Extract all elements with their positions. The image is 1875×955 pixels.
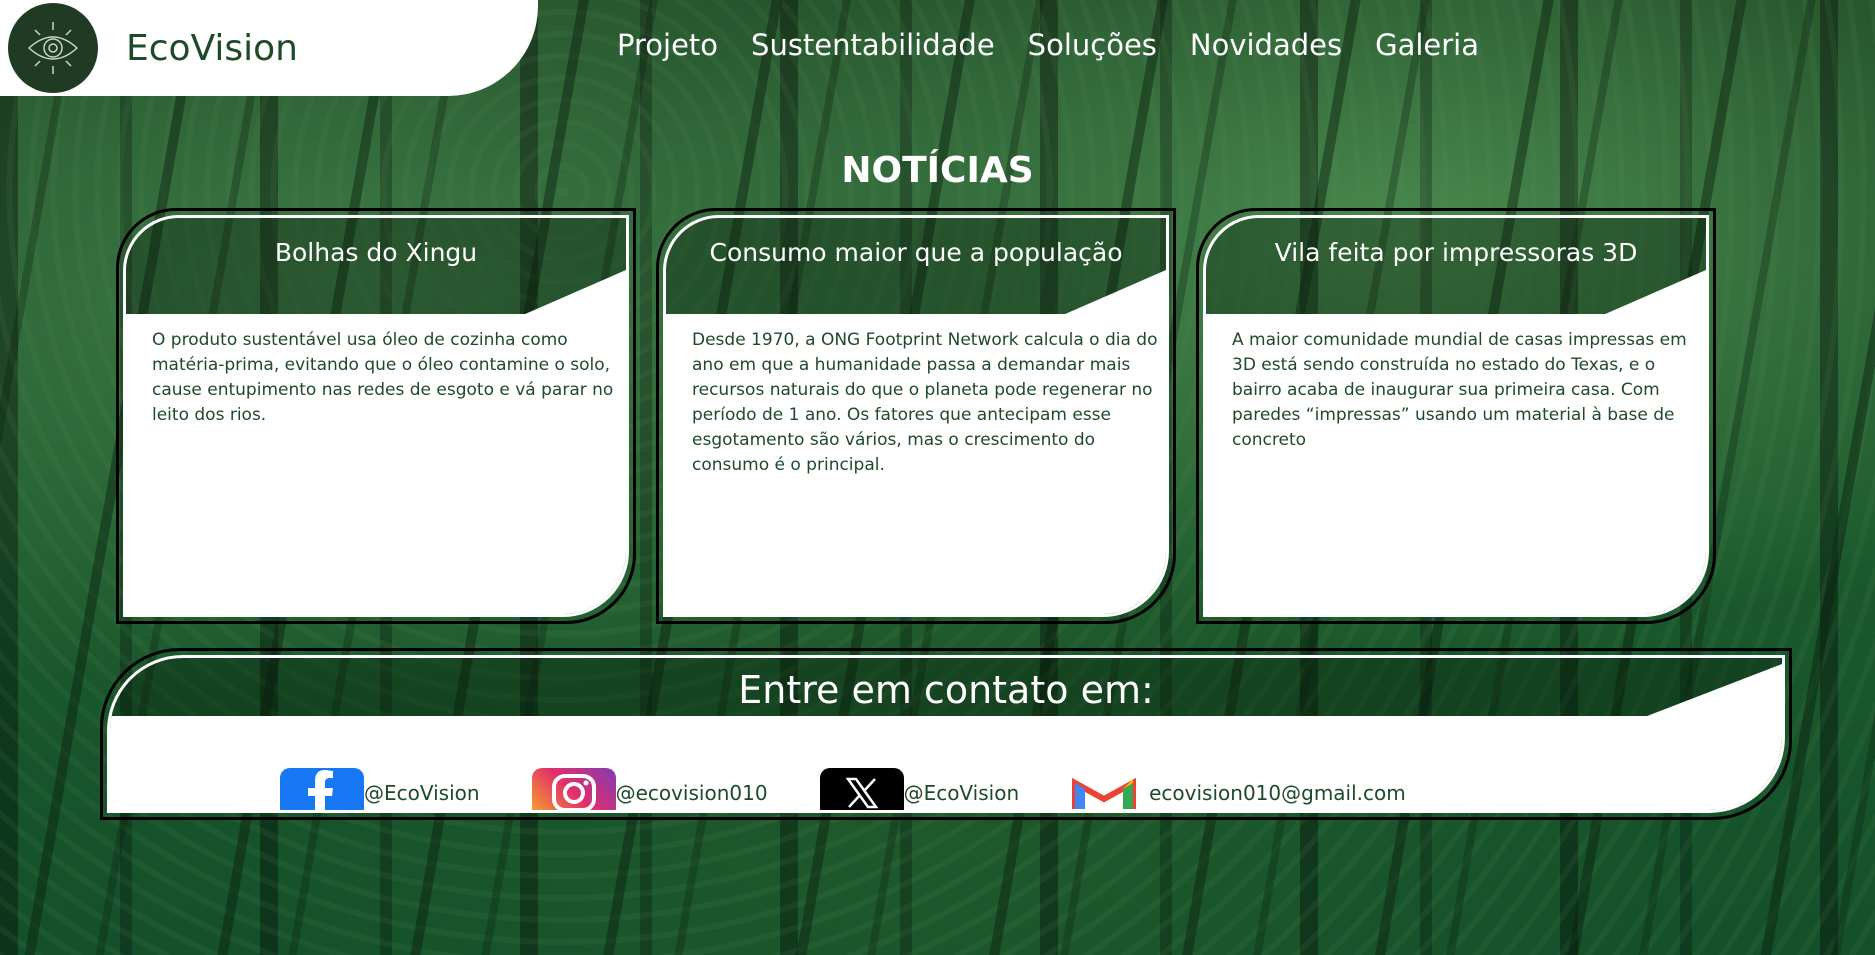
news-card-title: Consumo maior que a população — [709, 238, 1123, 267]
x-link[interactable]: @EcoVision — [819, 768, 1020, 810]
instagram-icon[interactable] — [531, 768, 616, 810]
news-card[interactable]: Consumo maior que a população Desde 1970… — [656, 208, 1176, 624]
nav-item-novidades[interactable]: Novidades — [1190, 28, 1342, 62]
news-section-title: NOTÍCIAS — [841, 150, 1034, 191]
nav-item-sustentabilidade[interactable]: Sustentabilidade — [751, 28, 995, 62]
x-icon[interactable] — [819, 768, 904, 810]
nav-item-galeria[interactable]: Galeria — [1375, 28, 1479, 62]
news-card-title: Bolhas do Xingu — [274, 238, 478, 267]
nav-item-solucoes[interactable]: Soluções — [1028, 28, 1157, 62]
instagram-link[interactable]: @ecovision010 — [531, 768, 768, 810]
brand-name[interactable]: EcoVision — [126, 28, 298, 69]
header-logo-area: EcoVision — [0, 0, 538, 96]
gmail-handle[interactable]: ecovision010@gmail.com — [1149, 781, 1406, 805]
contact-title: Entre em contato em: — [738, 668, 1154, 712]
news-card-text: Desde 1970, a ONG Footprint Network calc… — [692, 330, 1158, 475]
nav-item-projeto[interactable]: Projeto — [617, 28, 718, 62]
news-card[interactable]: Bolhas do Xingu O produto sustentável us… — [116, 208, 636, 624]
main-nav: Projeto Sustentabilidade Soluções Novida… — [617, 28, 1479, 62]
x-handle[interactable]: @EcoVision — [904, 781, 1020, 805]
facebook-handle[interactable]: @EcoVision — [364, 781, 480, 805]
contact-section: Entre em contato em: @EcoVision @ecovisi… — [100, 648, 1792, 820]
news-card-text: O produto sustentável usa óleo de cozinh… — [152, 330, 614, 425]
gmail-icon[interactable] — [1071, 768, 1137, 810]
eye-logo-icon[interactable] — [8, 3, 98, 93]
news-card[interactable]: Vila feita por impressoras 3D A maior co… — [1196, 208, 1716, 624]
gmail-link[interactable]: ecovision010@gmail.com — [1071, 768, 1406, 810]
instagram-handle[interactable]: @ecovision010 — [616, 781, 768, 805]
facebook-link[interactable]: @EcoVision — [280, 768, 480, 810]
news-card-text: A maior comunidade mundial de casas impr… — [1232, 330, 1687, 450]
facebook-icon[interactable] — [280, 768, 364, 810]
news-card-title: Vila feita por impressoras 3D — [1274, 238, 1638, 267]
social-links: @EcoVision @ecovision010 @EcoVision ecov… — [280, 768, 1458, 810]
